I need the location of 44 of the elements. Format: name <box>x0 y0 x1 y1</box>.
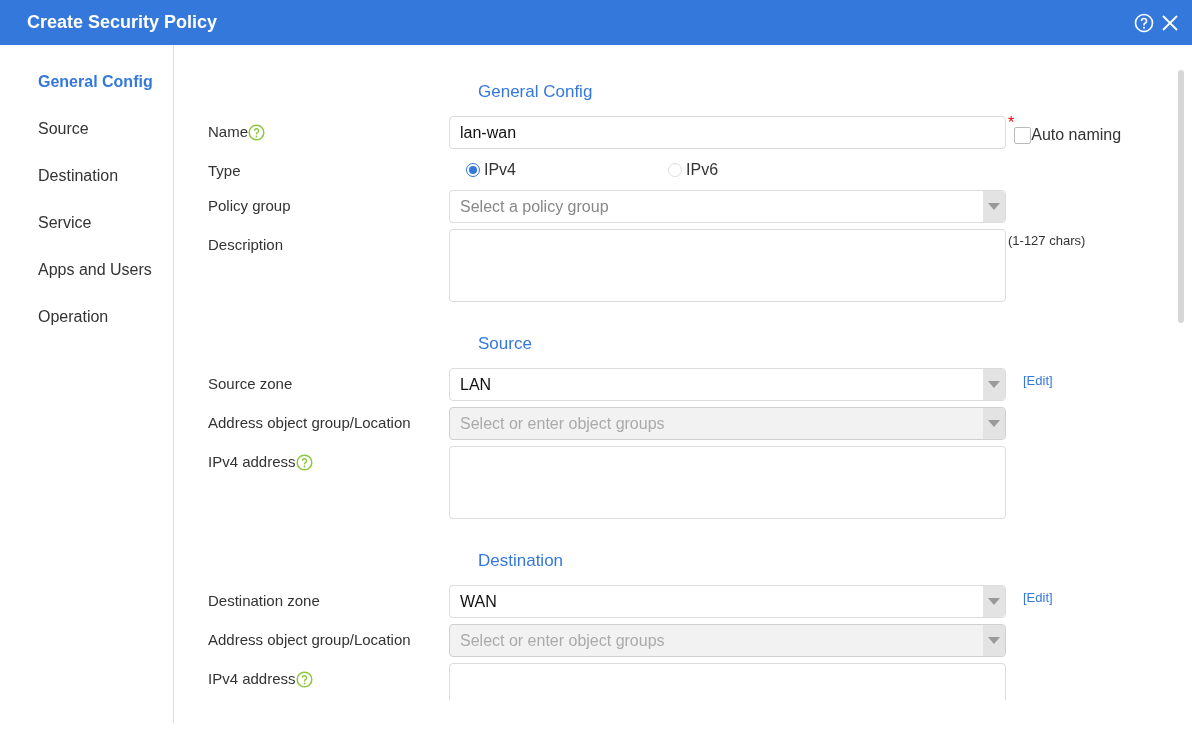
field-label: Type <box>208 161 241 181</box>
dropdown[interactable]: WAN <box>449 585 1006 618</box>
checkbox[interactable] <box>1014 126 1032 144</box>
help-icon[interactable] <box>248 123 265 141</box>
sidebar-item[interactable]: General Config <box>38 70 153 94</box>
section-heading: General Config <box>477 81 594 103</box>
help-icon[interactable] <box>295 670 313 688</box>
field-label: Name <box>208 122 248 142</box>
radio-label: IPv4 <box>484 159 516 180</box>
window-title: Create Security Policy <box>27 11 218 34</box>
field-label: IPv4 address <box>208 669 296 689</box>
text-area[interactable] <box>449 446 1006 519</box>
caret-icon <box>988 598 1000 605</box>
caret-icon <box>988 203 1000 210</box>
sidebar-item[interactable]: Destination <box>38 164 119 188</box>
scrollbar[interactable] <box>1178 70 1184 323</box>
checkbox-label: Auto naming <box>1031 125 1122 145</box>
caret-icon <box>988 381 1000 388</box>
sidebar-item[interactable]: Service <box>38 211 92 235</box>
edit-link[interactable]: [Edit] <box>1023 590 1053 605</box>
field-label: Address object group/Location <box>208 413 411 433</box>
field-label: Description <box>208 235 284 255</box>
field-label: Source zone <box>208 374 293 394</box>
required-marker: * <box>1008 115 1015 131</box>
help-icon[interactable] <box>295 453 313 471</box>
close-icon[interactable] <box>1162 14 1178 31</box>
field-label: Policy group <box>208 196 291 216</box>
sidebar-item[interactable]: Operation <box>38 305 109 329</box>
sidebar-item[interactable]: Source <box>38 117 89 141</box>
text-input[interactable]: lan-wan <box>449 116 1006 149</box>
sidebar-item[interactable]: Apps and Users <box>38 258 152 282</box>
radio-label: IPv6 <box>686 159 719 180</box>
edit-link[interactable]: [Edit] <box>1023 373 1053 388</box>
field-label: Destination zone <box>208 591 320 611</box>
field-label: Address object group/Location <box>208 630 411 650</box>
dropdown[interactable]: LAN <box>449 368 1006 401</box>
hint-text: (1-127 chars) <box>1008 232 1086 250</box>
caret-icon <box>988 420 1000 427</box>
text-area[interactable] <box>449 229 1006 302</box>
section-heading: Source <box>477 333 533 355</box>
caret-icon <box>988 637 1000 644</box>
section-heading: Destination <box>477 550 565 572</box>
field-label: IPv4 address <box>208 452 296 472</box>
dropdown[interactable]: Select a policy group <box>449 190 1006 223</box>
